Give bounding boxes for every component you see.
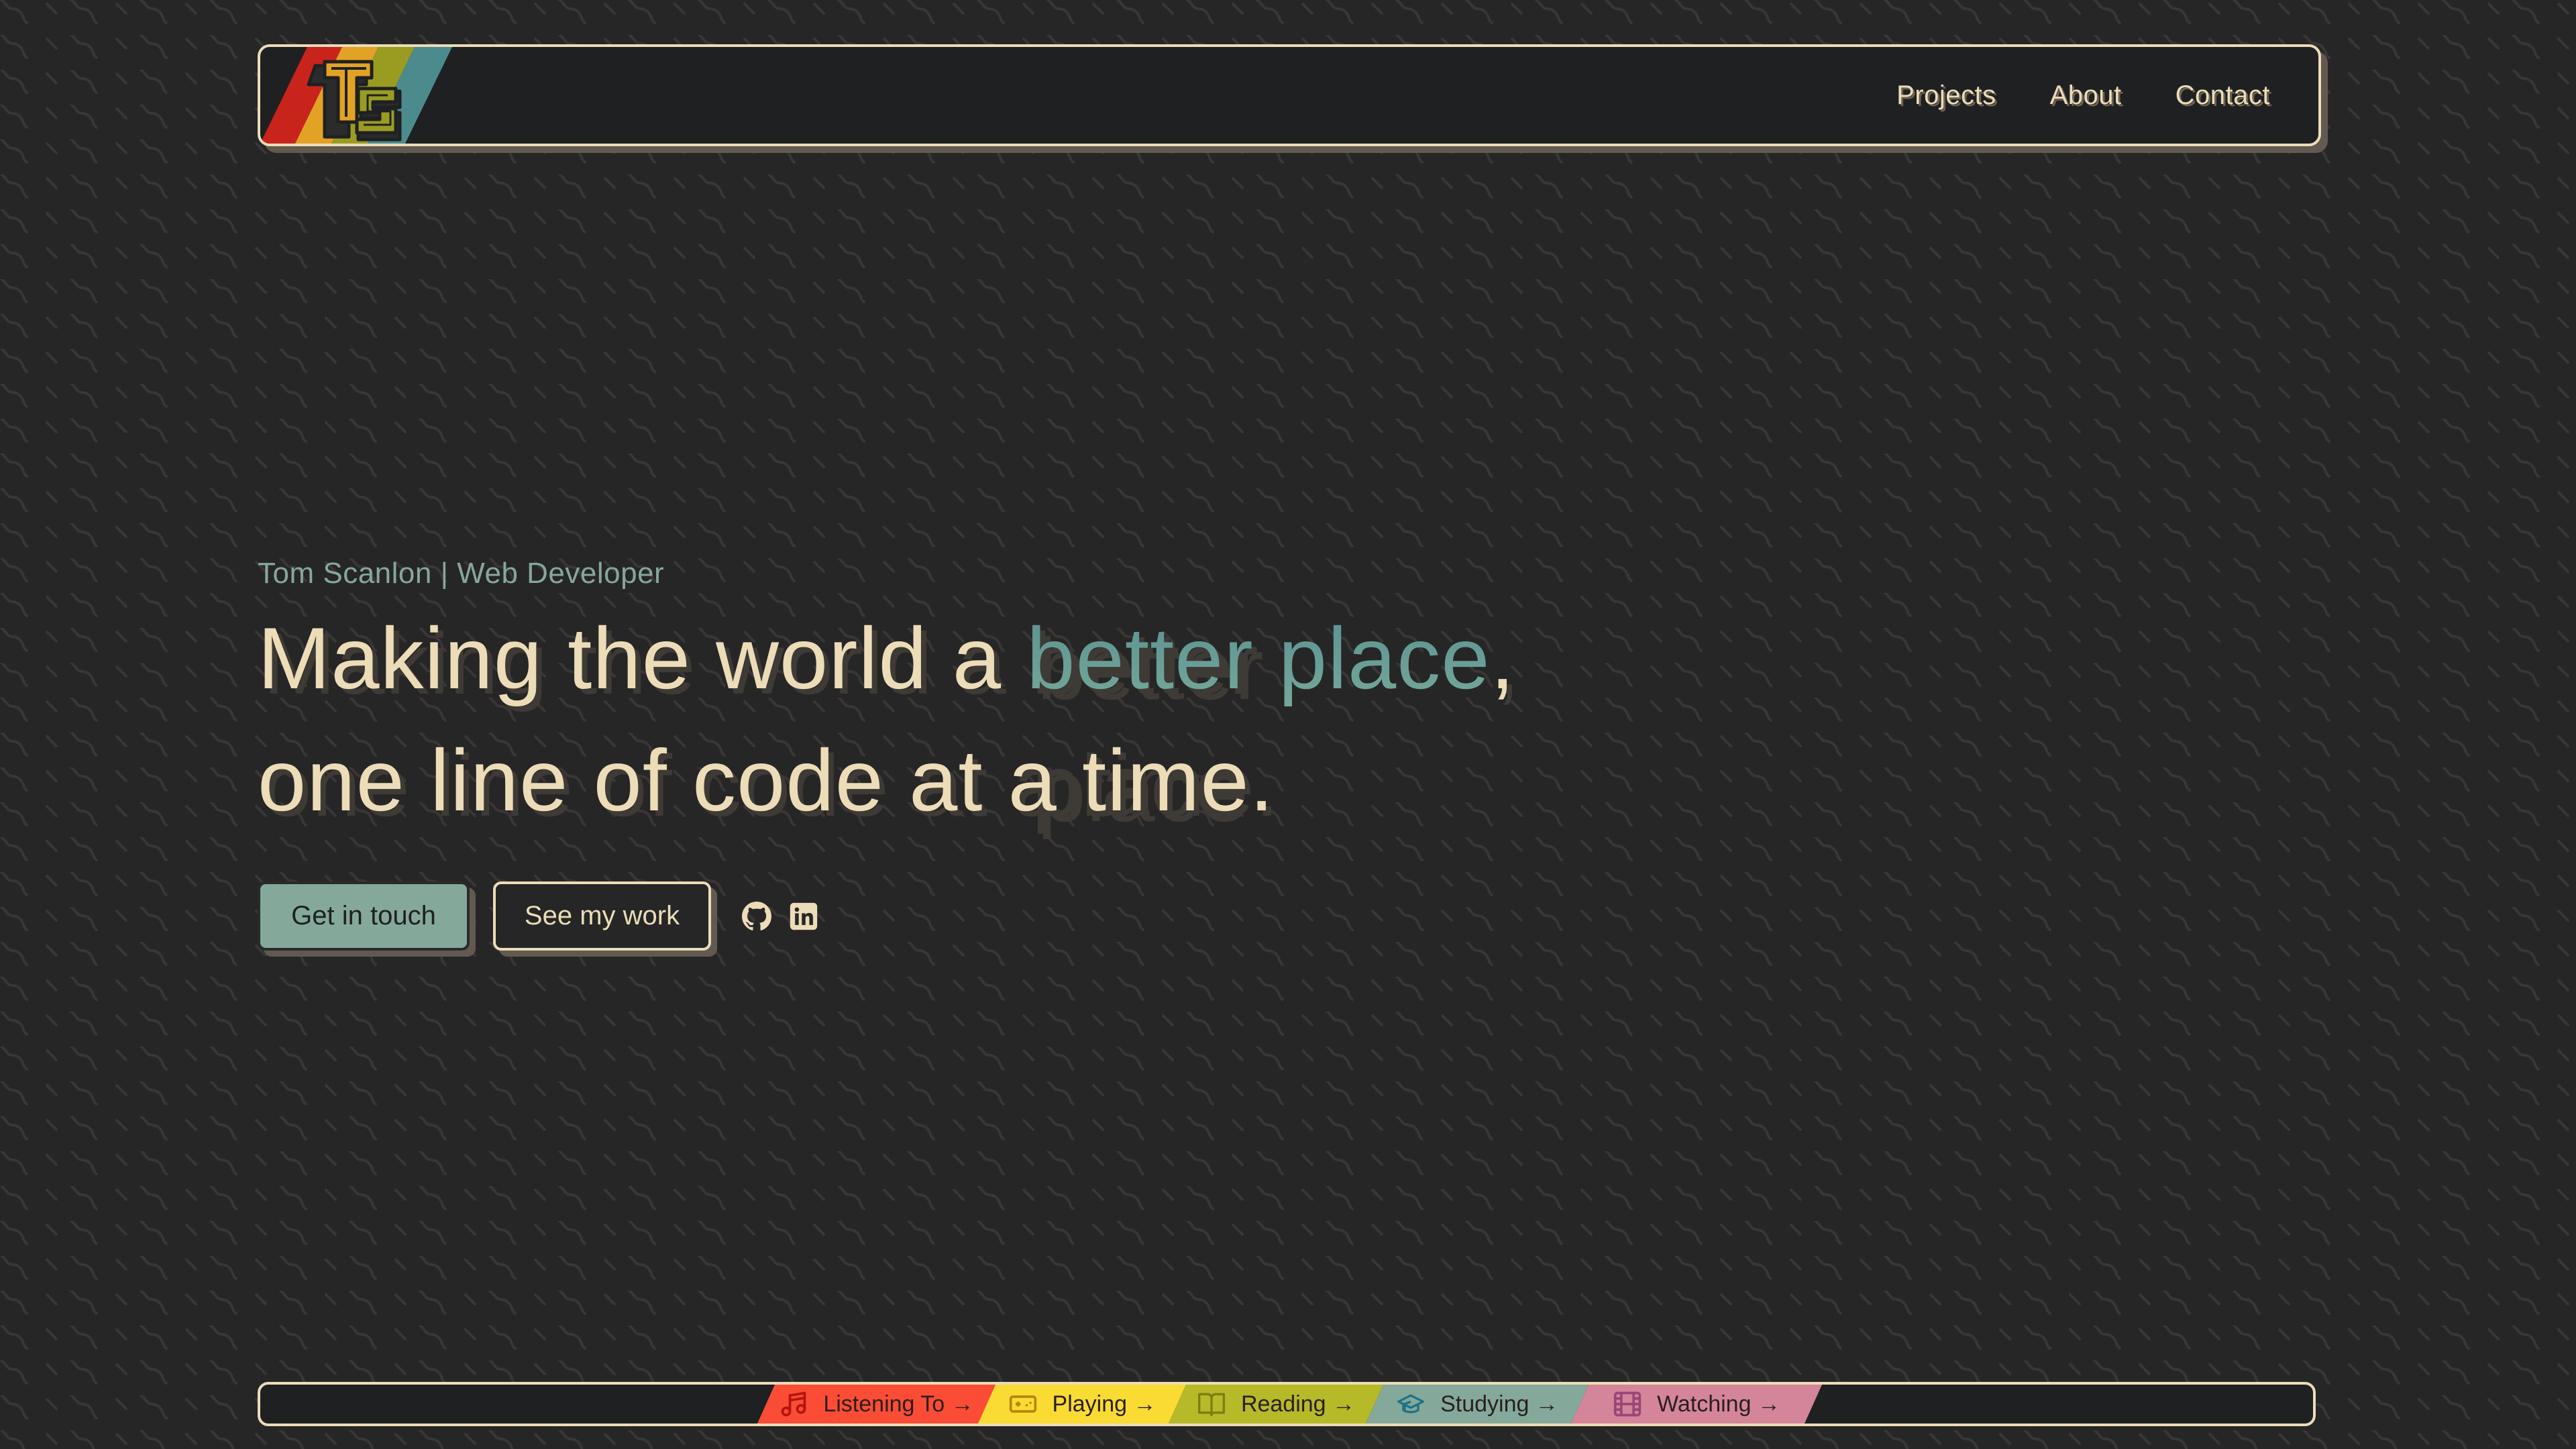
github-link[interactable] [742,901,771,931]
get-in-touch-button[interactable]: Get in touch [258,881,470,951]
hero-headline: Making the world a better placebetter pl… [258,597,1515,841]
strip-item-reading[interactable]: Reading → [1169,1385,1383,1424]
headline-part1: Making the world a [258,609,1027,707]
social-links [742,901,818,931]
navbar: Projects About Contact [258,44,2321,146]
see-my-work-button[interactable]: See my work [493,881,711,951]
strip-item-watching[interactable]: Watching → [1571,1385,1822,1424]
logo-icon [260,47,452,144]
logo-home-link[interactable] [260,47,475,144]
book-open-icon [1197,1393,1225,1417]
strip-item-label: Playing → [1052,1391,1157,1417]
nav-link-contact[interactable]: Contact [2176,80,2270,111]
headline-accent: better place [1026,609,1491,707]
strip-item-label: Studying → [1440,1391,1558,1417]
graduation-cap-icon [1397,1394,1425,1413]
strip-item-listening[interactable]: Listening To → [757,1385,996,1424]
cta-row: Get in touch See my work [258,881,1515,951]
music-note-icon [782,1391,806,1417]
strip-item-playing[interactable]: Playing → [978,1385,1186,1424]
activity-strip: Listening To → Playing → Reading → Study… [258,1382,2316,1426]
strip-item-label: Reading → [1240,1391,1356,1417]
hero-subtitle: Tom Scanlon | Web Developer [258,557,665,590]
hero-section: Tom Scanlon | Web Developer Making the w… [258,550,1515,951]
gamepad-icon [1009,1395,1036,1413]
film-icon [1613,1391,1642,1417]
nav-link-projects[interactable]: Projects [1896,80,1996,111]
linkedin-link[interactable] [789,902,818,931]
headline-line2: one line of code at a time. [258,731,1275,829]
linkedin-icon [790,902,818,930]
headline-comma: , [1490,609,1515,707]
strip-item-studying[interactable]: Studying → [1366,1385,1589,1424]
main-nav: Projects About Contact [1896,47,2270,144]
github-icon [742,901,771,930]
nav-link-about[interactable]: About [2050,80,2122,111]
strip-item-label: Watching → [1657,1391,1780,1417]
strip-item-label: Listening To → [823,1391,974,1417]
headline-accent-wrap: better placebetter place [1026,597,1491,835]
